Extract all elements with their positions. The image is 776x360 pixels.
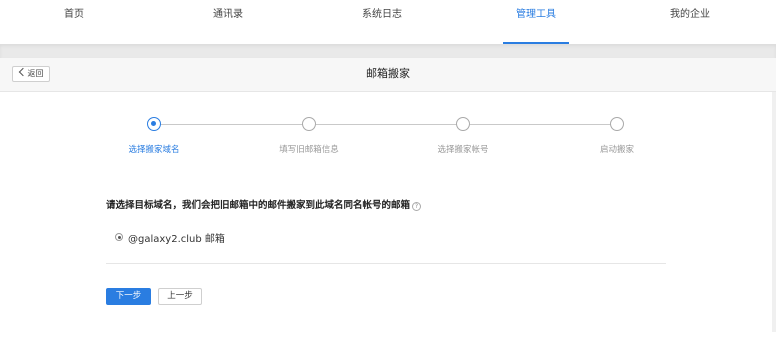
page-header: 邮箱搬家 返回 (0, 58, 776, 92)
scrollbar-track[interactable] (772, 92, 776, 332)
header-separator (0, 44, 776, 58)
chevron-left-icon (18, 67, 27, 77)
nav-item-system-log[interactable]: 系统日志 (332, 0, 432, 44)
step-2-indicator (302, 117, 316, 131)
question-text: 请选择目标域名，我们会把旧邮箱中的邮件搬家到此域名同名帐号的邮箱 (106, 200, 411, 211)
back-button[interactable]: 返回 (12, 66, 50, 82)
step-1-label: 选择搬家域名 (128, 145, 180, 155)
domain-question: 请选择目标域名，我们会把旧邮箱中的邮件搬家到此域名同名帐号的邮箱? (106, 197, 422, 211)
step-2-label: 填写旧邮箱信息 (279, 145, 339, 155)
help-icon[interactable]: ? (412, 202, 422, 211)
nav-item-label: 通讯录 (213, 9, 243, 20)
top-navigation: 首页 通讯录 系统日志 管理工具 我的企业 (0, 0, 776, 44)
previous-step-button[interactable]: 上一步 (158, 288, 202, 305)
nav-item-home[interactable]: 首页 (24, 0, 124, 44)
progress-steps: 选择搬家域名 填写旧邮箱信息 选择搬家帐号 启动搬家 (0, 110, 776, 170)
radio-button[interactable] (115, 233, 123, 241)
nav-item-label: 管理工具 (516, 9, 556, 20)
step-connector (160, 124, 303, 125)
step-connector (316, 124, 457, 125)
back-button-label: 返回 (27, 69, 44, 78)
step-connector (470, 124, 611, 125)
step-3-indicator (456, 117, 470, 131)
nav-item-admin-tools[interactable]: 管理工具 (486, 0, 586, 44)
divider (106, 263, 666, 264)
nav-item-label: 系统日志 (362, 9, 402, 20)
nav-item-label: 我的企业 (670, 9, 710, 20)
step-4-label: 启动搬家 (599, 145, 634, 155)
step-4-indicator (610, 117, 624, 131)
step-1-indicator (147, 117, 161, 131)
domain-option-label: @galaxy2.club 邮箱 (128, 234, 225, 245)
step-3-label: 选择搬家帐号 (437, 145, 489, 155)
nav-item-label: 首页 (64, 9, 84, 20)
nav-item-contacts[interactable]: 通讯录 (178, 0, 278, 44)
next-step-button[interactable]: 下一步 (106, 288, 151, 305)
nav-item-my-company[interactable]: 我的企业 (640, 0, 740, 44)
page-title: 邮箱搬家 (366, 67, 410, 80)
